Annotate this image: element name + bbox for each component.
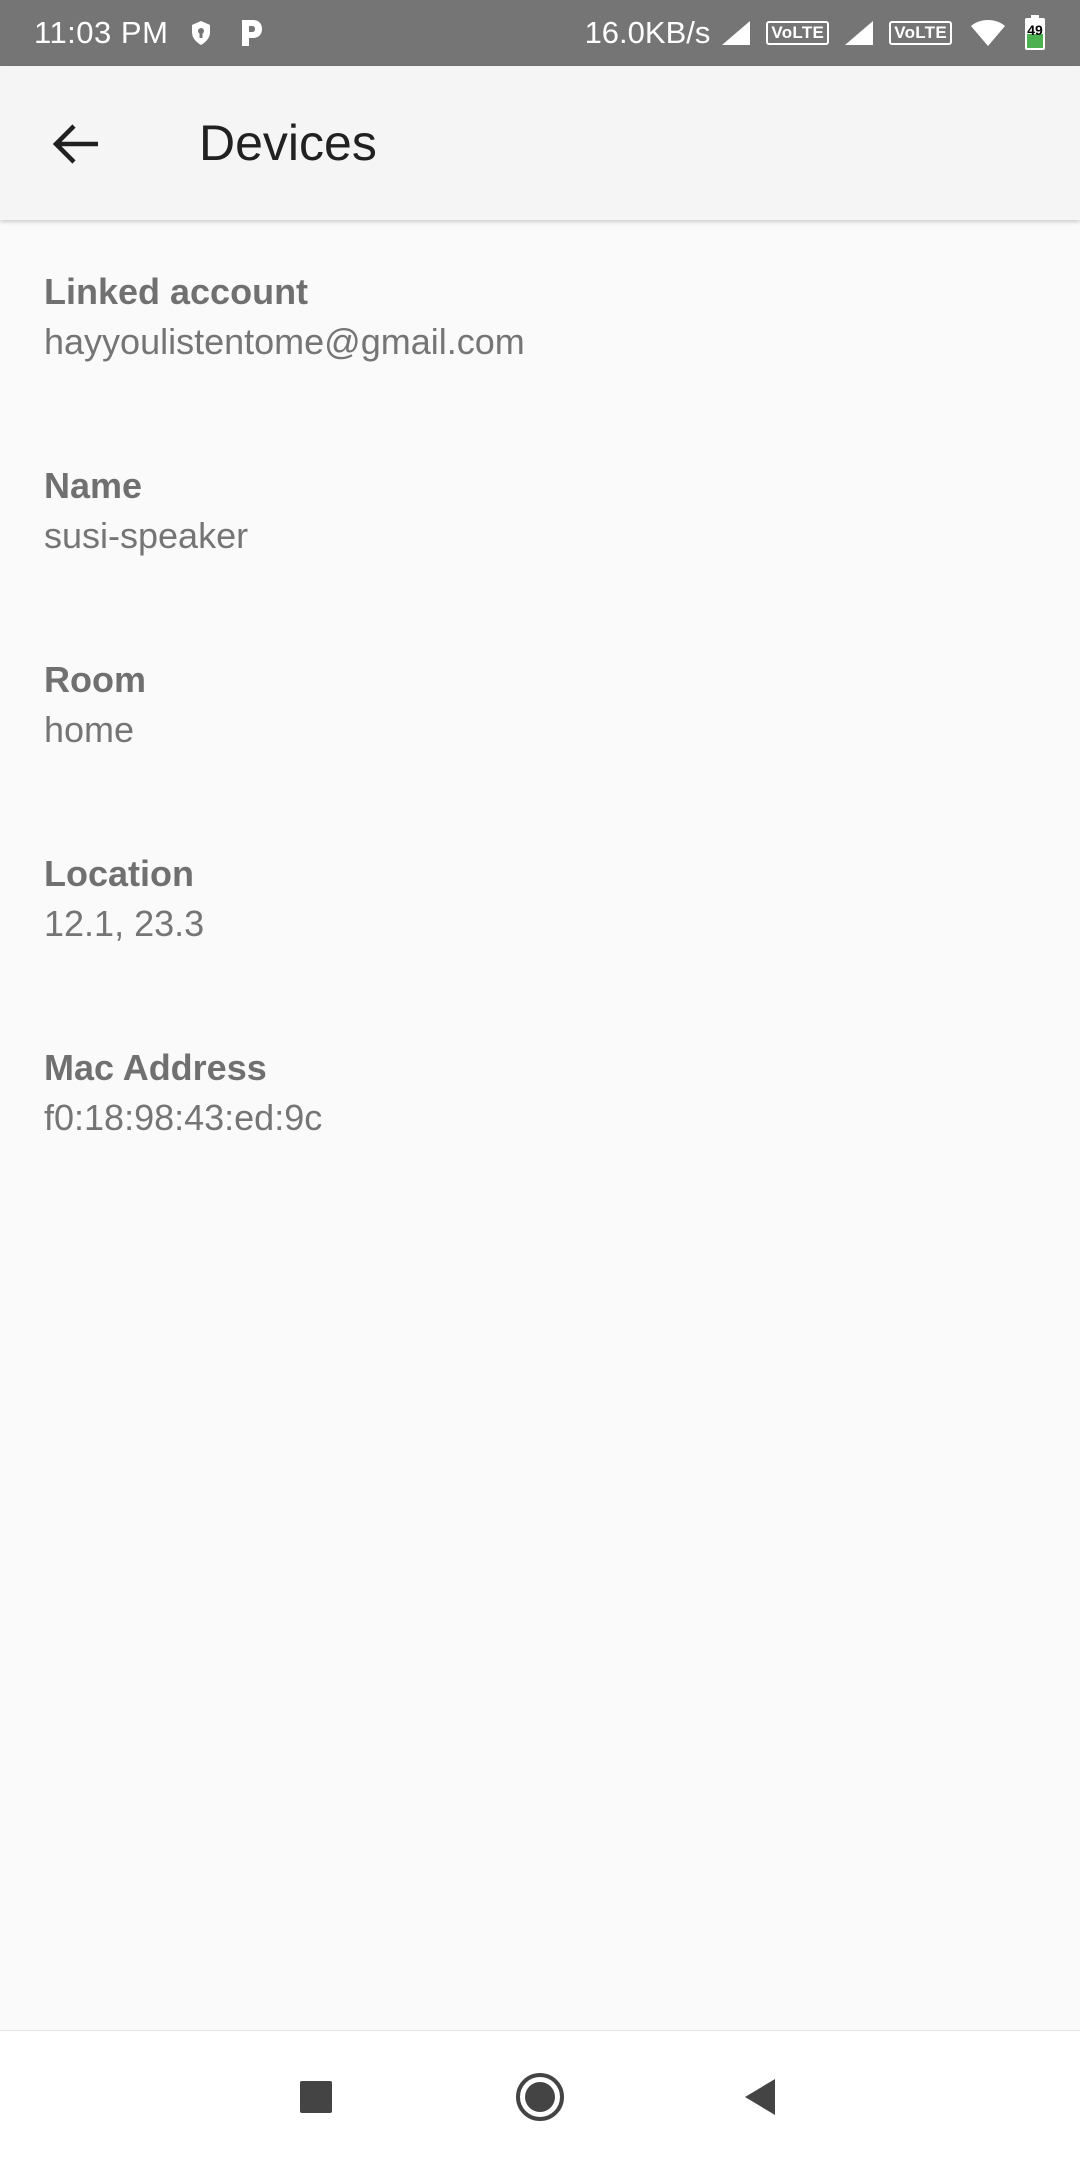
recents-square-icon [299, 2080, 333, 2114]
signal-icon [843, 19, 875, 47]
room-row: Room home [44, 656, 1044, 756]
home-button[interactable] [504, 2061, 576, 2133]
name-row: Name susi-speaker [44, 462, 1044, 562]
room-value: home [44, 709, 135, 750]
back-button[interactable] [36, 108, 116, 180]
location-row: Location 12.1, 23.3 [44, 850, 1044, 950]
signal-icon [720, 19, 752, 47]
linked-account-label: Linked account [44, 271, 309, 312]
status-time: 11:03 PM [34, 15, 169, 50]
nav-back-button[interactable] [724, 2061, 796, 2133]
p-icon [238, 18, 264, 48]
back-triangle-icon [743, 2078, 777, 2116]
navigation-bar [0, 2030, 1080, 2161]
status-left: 11:03 PM [34, 15, 264, 51]
name-value: susi-speaker [44, 515, 249, 556]
shield-icon [190, 20, 212, 46]
volte-badge: VoLTE [766, 21, 830, 45]
mac-address-value: f0:18:98:43:ed:9c [44, 1097, 323, 1138]
location-value: 12.1, 23.3 [44, 903, 205, 944]
home-circle-icon [515, 2072, 565, 2122]
room-label: Room [44, 659, 146, 700]
linked-account-row: Linked account hayyoulistentome@gmail.co… [44, 268, 1044, 368]
wifi-icon [970, 18, 1006, 48]
mac-address-row: Mac Address f0:18:98:43:ed:9c [44, 1044, 1044, 1144]
battery-icon: 49 [1024, 15, 1046, 51]
mac-address-label: Mac Address [44, 1047, 267, 1088]
app-bar: Devices [0, 66, 1080, 220]
volte-badge: VoLTE [889, 21, 952, 45]
battery-level: 49 [1027, 22, 1043, 38]
status-right: 16.0KB/s VoLTE VoLTE 49 [585, 15, 1046, 51]
arrow-left-icon [52, 122, 100, 166]
network-speed: 16.0KB/s [584, 15, 711, 50]
linked-account-value: hayyoulistentome@gmail.com [44, 321, 525, 362]
location-label: Location [44, 853, 194, 894]
recents-button[interactable] [280, 2061, 352, 2133]
status-bar: 11:03 PM 16.0KB/s VoLTE VoLTE 49 [0, 0, 1080, 66]
page-title: Devices [199, 115, 377, 171]
name-label: Name [44, 465, 143, 506]
